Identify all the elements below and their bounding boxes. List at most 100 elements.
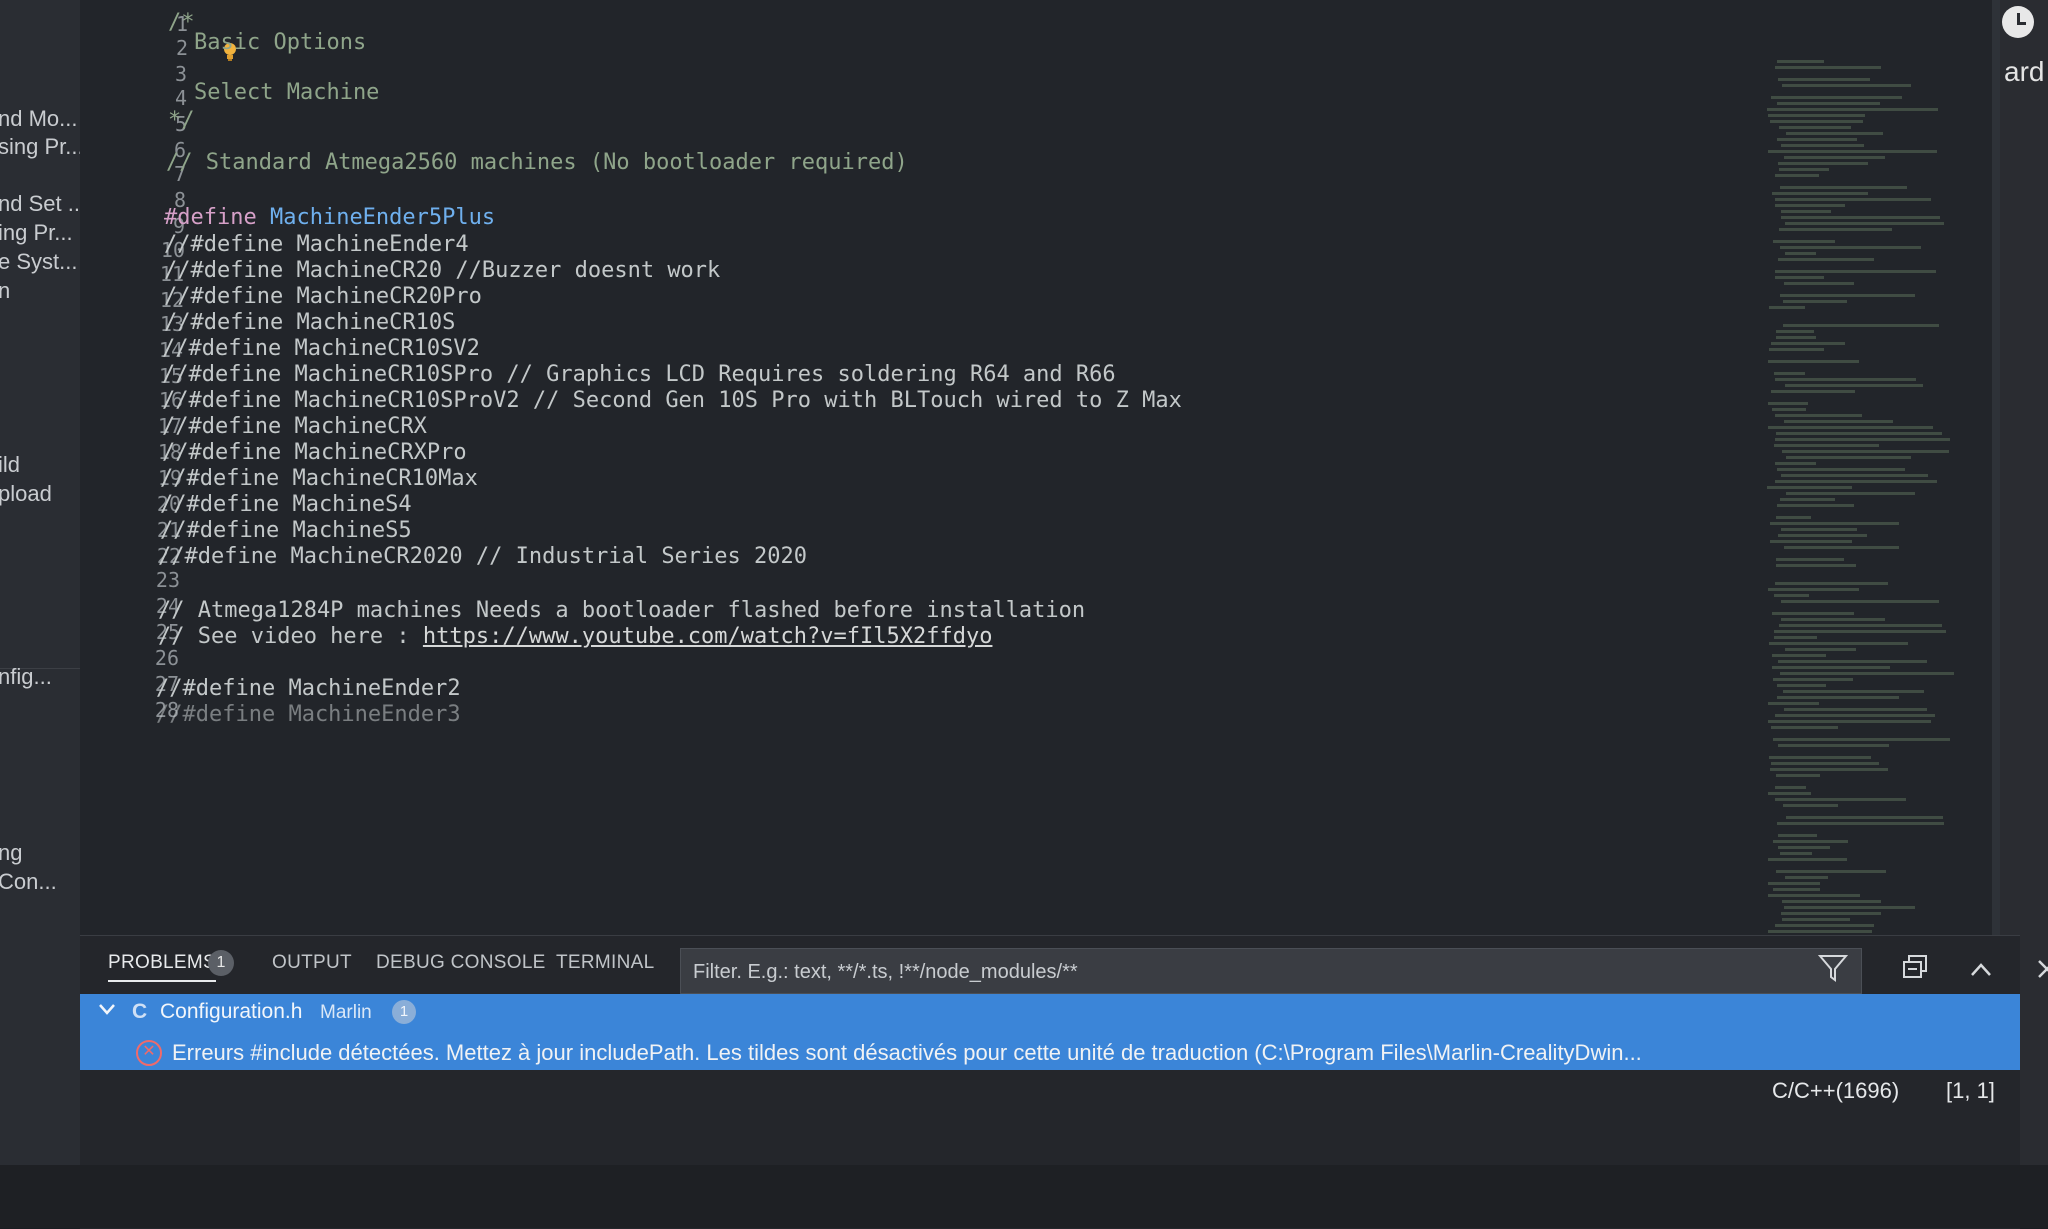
- minimap-line: [1778, 744, 1889, 747]
- minimap-line: [1779, 168, 1829, 171]
- sidebar-item[interactable]: nd Mo...: [0, 106, 77, 132]
- minimap-line: [1769, 642, 1908, 645]
- minimap[interactable]: [1762, 60, 1994, 950]
- code-line: //#define MachineCRXPro: [162, 440, 467, 465]
- code-line: //#define MachineCR10SV2: [162, 336, 480, 361]
- filter-icon[interactable]: [1816, 954, 1850, 988]
- explorer-sidebar: nd Mo... sing Pr... nd Set ... ing Pr...…: [0, 0, 80, 1228]
- minimap-line: [1784, 156, 1885, 159]
- minimap-line: [1775, 198, 1931, 201]
- minimap-line: [1776, 774, 1820, 777]
- minimap-line: [1775, 66, 1881, 69]
- code-editor[interactable]: 1 2 3 4 5 6 7 8 9 10 11 12 13 14 15 16 17 18 19 20 21 22 23 24 2…: [80, 0, 2010, 935]
- line-number: 23: [155, 568, 180, 592]
- define-keyword: #define: [164, 205, 257, 230]
- code-line: //#define MachineCRX: [162, 414, 427, 439]
- problem-message: Erreurs #include détectées. Mettez à jou…: [172, 1040, 1642, 1065]
- code-line: */: [168, 108, 195, 133]
- close-icon[interactable]: [2030, 954, 2048, 988]
- youtube-link[interactable]: https://www.youtube.com/watch?v=fIl5X2ff…: [423, 624, 993, 649]
- minimap-line: [1773, 840, 1848, 843]
- minimap-line: [1775, 924, 1874, 927]
- minimap-line: [1775, 378, 1916, 381]
- code-line: #define MachineEnder5Plus: [164, 205, 495, 230]
- minimap-line: [1777, 102, 1880, 105]
- minimap-line: [1786, 492, 1915, 495]
- minimap-line: [1778, 258, 1874, 261]
- minimap-line: [1781, 216, 1940, 219]
- minimap-line: [1768, 588, 1859, 591]
- minimap-line: [1781, 600, 1939, 603]
- minimap-line: [1772, 192, 1868, 195]
- minimap-line: [1773, 738, 1950, 741]
- problem-file-row[interactable]: C Configuration.h Marlin 1: [80, 994, 2020, 1034]
- minimap-line: [1771, 342, 1845, 345]
- minimap-line: [1777, 468, 1905, 471]
- tab-problems[interactable]: PROBLEMS: [108, 952, 216, 982]
- minimap-line: [1768, 882, 1820, 885]
- comment-text: // See video here :: [158, 624, 423, 649]
- minimap-line: [1783, 804, 1838, 807]
- minimap-line: [1770, 522, 1899, 525]
- sidebar-item[interactable]: nd Set ...: [0, 191, 80, 217]
- minimap-line: [1774, 444, 1879, 447]
- code-line: Select Machine: [194, 80, 380, 105]
- code-line: /*: [168, 10, 195, 35]
- status-area: [0, 1165, 2048, 1228]
- minimap-line: [1770, 540, 1852, 543]
- tab-terminal[interactable]: TERMINAL: [556, 952, 654, 974]
- problems-filter-input[interactable]: [691, 949, 1695, 995]
- minimap-line: [1783, 300, 1847, 303]
- minimap-line: [1784, 708, 1927, 711]
- minimap-line: [1771, 726, 1838, 729]
- minimap-line: [1785, 876, 1828, 879]
- minimap-line: [1786, 132, 1883, 135]
- minimap-line: [1768, 402, 1808, 405]
- minimap-line: [1784, 282, 1854, 285]
- problems-count-badge: 1: [208, 950, 234, 976]
- minimap-line: [1768, 720, 1931, 723]
- minimap-line: [1775, 204, 1845, 207]
- minimap-line: [1775, 714, 1935, 717]
- code-line: //#define MachineEnder2: [156, 676, 461, 701]
- sidebar-item[interactable]: pload: [0, 481, 52, 507]
- minimap-line: [1767, 108, 1938, 111]
- minimap-line: [1785, 222, 1944, 225]
- sidebar-item[interactable]: ild: [0, 452, 20, 478]
- clock-icon[interactable]: [2002, 6, 2034, 38]
- right-panel-label: ard: [2004, 56, 2045, 87]
- code-line: //#define MachineCR20 //Buzzer doesnt wo…: [164, 258, 721, 283]
- minimap-line: [1778, 834, 1817, 837]
- minimap-line: [1776, 516, 1811, 519]
- minimap-line: [1772, 408, 1806, 411]
- minimap-line: [1771, 390, 1855, 393]
- minimap-line: [1780, 246, 1921, 249]
- tab-output[interactable]: OUTPUT: [272, 952, 352, 974]
- sidebar-item[interactable]: nfig...: [0, 664, 52, 690]
- sidebar-item[interactable]: ng: [0, 840, 22, 866]
- minimap-line: [1780, 294, 1915, 297]
- sidebar-item[interactable]: e Syst...: [0, 249, 77, 275]
- code-line: //#define MachineEnder4: [164, 232, 469, 257]
- collapse-all-icon[interactable]: [1898, 954, 1932, 988]
- code-line: //#define MachineCR2020 // Industrial Se…: [158, 544, 808, 569]
- sidebar-item[interactable]: n: [0, 278, 10, 304]
- code-line: //#define MachineCR20Pro: [164, 284, 482, 309]
- sidebar-item[interactable]: Con...: [0, 869, 57, 895]
- minimap-line: [1769, 306, 1805, 309]
- minimap-line: [1768, 702, 1819, 705]
- chevron-up-icon[interactable]: [1964, 954, 1998, 988]
- tab-debug-console[interactable]: DEBUG CONSOLE: [376, 952, 546, 974]
- minimap-line: [1768, 792, 1811, 795]
- minimap-line: [1775, 414, 1862, 417]
- minimap-line: [1775, 786, 1806, 789]
- sidebar-item[interactable]: ing Pr...: [0, 220, 73, 246]
- sidebar-item[interactable]: sing Pr...: [0, 134, 80, 160]
- problem-position: [1, 1]: [1946, 1078, 1995, 1103]
- file-problem-count-badge: 1: [392, 1000, 416, 1024]
- code-line: // See video here : https://www.youtube.…: [158, 624, 992, 649]
- minimap-line: [1767, 486, 1852, 489]
- chevron-down-icon[interactable]: [96, 998, 118, 1026]
- macro-identifier: MachineEnder5Plus: [269, 205, 496, 230]
- minimap-line: [1778, 660, 1927, 663]
